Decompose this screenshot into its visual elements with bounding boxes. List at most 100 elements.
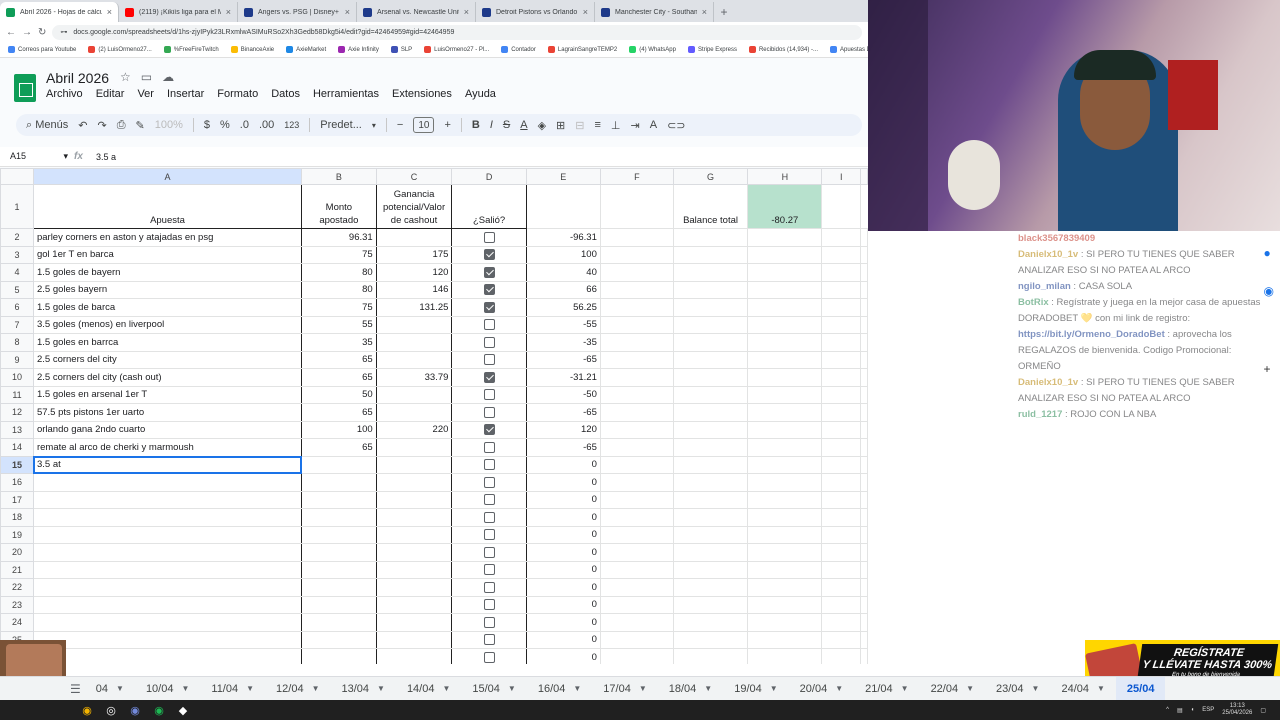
sheet-tab[interactable]: 13/04 ▼ — [330, 677, 395, 701]
salio-checkbox[interactable] — [483, 651, 495, 663]
cell-apuesta[interactable]: 1.5 goles de bayern — [32, 263, 303, 282]
salio-checkbox[interactable] — [483, 301, 495, 313]
sheet-tab[interactable]: 19/04 ▼ — [723, 677, 788, 701]
cell[interactable] — [672, 490, 749, 509]
cell-ganancia[interactable] — [375, 490, 453, 509]
menu-item[interactable]: Editar — [96, 88, 125, 100]
close-icon[interactable]: × — [345, 7, 350, 17]
cell-salio[interactable] — [451, 368, 527, 387]
cell-monto[interactable] — [301, 508, 377, 527]
cell-salio[interactable] — [451, 595, 527, 614]
cell[interactable] — [599, 630, 674, 649]
cell[interactable] — [672, 350, 749, 369]
cell[interactable] — [747, 648, 823, 664]
cell[interactable] — [599, 350, 674, 369]
cell[interactable] — [672, 298, 749, 317]
cell-monto[interactable]: 80 — [301, 263, 377, 282]
cell-salio[interactable] — [451, 525, 527, 544]
cell[interactable] — [672, 543, 749, 562]
cell-ganancia[interactable] — [375, 385, 453, 404]
cell[interactable] — [860, 438, 868, 457]
bookmark-item[interactable]: (2) LuisOrmeno27... — [88, 46, 152, 53]
cell[interactable] — [599, 560, 674, 579]
cell[interactable] — [672, 613, 749, 632]
bookmark-item[interactable]: SLP — [390, 46, 412, 53]
cell[interactable] — [821, 490, 861, 509]
balance-value[interactable]: -80.27 — [747, 184, 823, 229]
cell[interactable] — [860, 560, 868, 579]
cell-monto[interactable] — [301, 578, 377, 597]
sheet-tab[interactable]: 11/04 ▼ — [200, 677, 265, 701]
cell[interactable] — [525, 184, 601, 229]
cell[interactable] — [747, 525, 823, 544]
font-size-increase-icon[interactable]: + — [444, 119, 450, 131]
chevron-down-icon[interactable]: ▼ — [835, 684, 843, 693]
cell[interactable] — [860, 385, 868, 404]
column-header-a[interactable]: A — [32, 168, 303, 185]
text-color-icon[interactable]: A — [520, 119, 527, 131]
zoom-select[interactable]: 100% — [155, 119, 183, 131]
borders-icon[interactable]: ⊞ — [556, 119, 565, 132]
row-header[interactable]: 13 — [0, 420, 34, 439]
site-info-icon[interactable]: ⊶ — [60, 28, 67, 36]
cell[interactable] — [821, 525, 861, 544]
salio-checkbox[interactable] — [483, 266, 495, 278]
cell-monto[interactable]: 65 — [301, 438, 377, 457]
insert-link-icon[interactable]: ⊂⊃ — [667, 119, 685, 132]
cell[interactable] — [599, 298, 674, 317]
cell[interactable] — [599, 263, 674, 282]
cell-resultado[interactable]: 40 — [525, 263, 601, 282]
print-icon[interactable]: ⎙ — [117, 119, 126, 132]
cell-monto[interactable]: 50 — [301, 385, 377, 404]
cell-monto[interactable] — [301, 630, 377, 649]
chevron-down-icon[interactable]: ▼ — [966, 684, 974, 693]
cell[interactable] — [860, 403, 868, 422]
cell[interactable] — [747, 420, 823, 439]
cell[interactable] — [672, 473, 749, 492]
cell[interactable] — [821, 508, 861, 527]
cell-ganancia[interactable] — [375, 403, 453, 422]
cell-apuesta[interactable]: orlando gana 2ndo cuarto — [32, 420, 303, 439]
cell-salio[interactable] — [451, 420, 527, 439]
spotify-icon[interactable]: ◉ — [150, 701, 168, 719]
network-icon[interactable]: ▤ — [1177, 707, 1183, 714]
column-header-e[interactable]: E — [525, 168, 601, 185]
merge-cells-icon[interactable]: ⊟ — [575, 119, 584, 132]
cell-apuesta[interactable] — [32, 630, 303, 649]
cell[interactable] — [599, 613, 674, 632]
cell-ganancia[interactable] — [375, 455, 453, 474]
salio-checkbox[interactable] — [483, 581, 495, 593]
cell-ganancia[interactable] — [375, 228, 453, 247]
salio-checkbox[interactable] — [483, 599, 495, 611]
cell[interactable] — [747, 385, 823, 404]
cell-monto[interactable] — [301, 543, 377, 562]
cell[interactable] — [747, 595, 823, 614]
cell[interactable] — [672, 578, 749, 597]
cell-ganancia[interactable] — [375, 595, 453, 614]
cell-ganancia[interactable]: 146 — [375, 280, 453, 299]
cell[interactable] — [821, 315, 861, 334]
star-icon[interactable]: ☆ — [120, 70, 131, 84]
font-size-field[interactable]: 10 — [413, 117, 435, 133]
cell[interactable] — [747, 263, 823, 282]
cell[interactable] — [672, 333, 749, 352]
undo-icon[interactable]: ↶ — [78, 119, 87, 132]
cell[interactable] — [747, 315, 823, 334]
cell[interactable] — [860, 245, 868, 264]
cell-resultado[interactable]: 0 — [525, 560, 601, 579]
cell[interactable] — [599, 420, 674, 439]
add-icon[interactable]: + — [1264, 361, 1274, 377]
cell-apuesta[interactable] — [32, 490, 303, 509]
person-icon[interactable]: ● — [1264, 245, 1274, 261]
chevron-down-icon[interactable]: ▼ — [442, 684, 450, 693]
salio-checkbox[interactable] — [483, 231, 495, 243]
cell-monto[interactable]: 65 — [301, 350, 377, 369]
cell[interactable] — [672, 438, 749, 457]
cell-resultado[interactable]: -65 — [525, 438, 601, 457]
cell[interactable] — [599, 438, 674, 457]
cell-salio[interactable] — [451, 403, 527, 422]
cell[interactable] — [860, 298, 868, 317]
header-ganancia[interactable]: Ganancia potencial/Valor de cashout — [375, 184, 453, 229]
cell[interactable] — [821, 333, 861, 352]
text-wrap-icon[interactable]: ⇥ — [631, 119, 640, 132]
